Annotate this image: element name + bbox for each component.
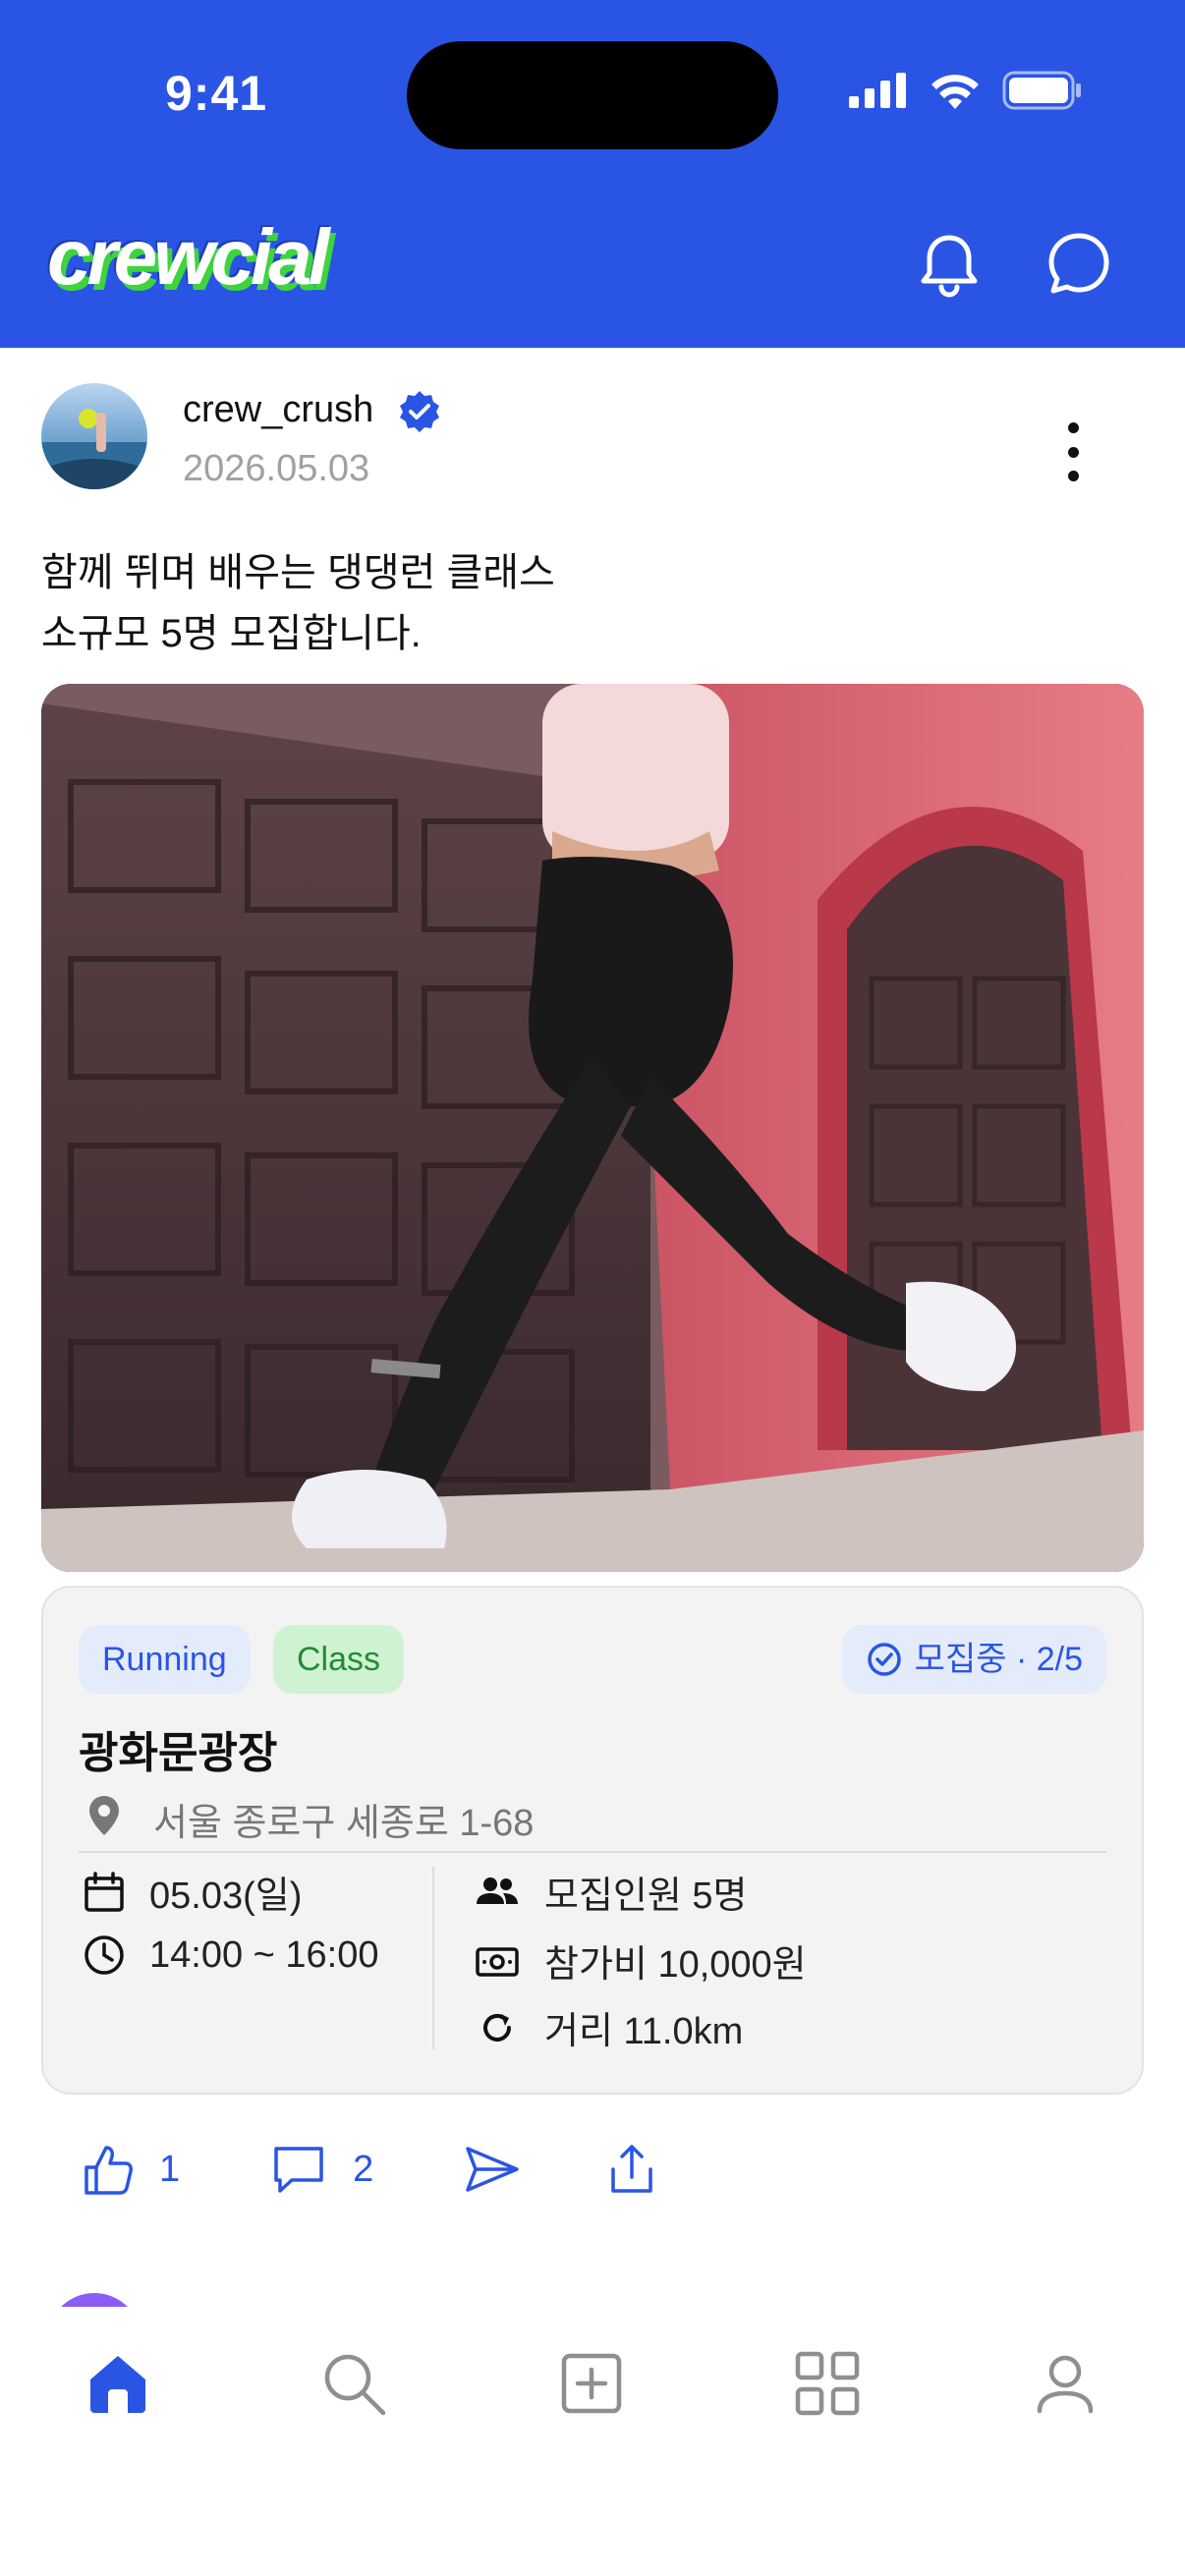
- recruit-status-badge: 모집중 · 2/5: [841, 1625, 1106, 1694]
- post-date: 2026.05.03: [183, 448, 370, 489]
- money-icon: [476, 1946, 519, 1977]
- comment-count: 2: [353, 2148, 374, 2190]
- fee: 참가비 10,000원: [544, 1944, 807, 1986]
- send-button[interactable]: [464, 2143, 521, 2196]
- profile-icon[interactable]: [1030, 2348, 1100, 2419]
- post-username[interactable]: crew_crush: [183, 389, 373, 431]
- comment-button[interactable]: 2: [270, 2143, 373, 2196]
- home-icon[interactable]: [83, 2348, 153, 2419]
- capacity: 모집인원 5명: [544, 1876, 748, 1917]
- event-info-card[interactable]: Running Class 모집중 · 2/5 광화문광장 서울 종로구 세종로…: [41, 1586, 1144, 2095]
- status-icons: [849, 71, 1083, 110]
- runner-photo-illustration: [41, 684, 1144, 1572]
- more-options-icon[interactable]: [1053, 422, 1093, 481]
- dynamic-island: [407, 41, 778, 149]
- tag-running[interactable]: Running: [79, 1625, 251, 1694]
- event-date: 05.03(일): [149, 1876, 303, 1917]
- tag-class[interactable]: Class: [273, 1625, 405, 1694]
- people-icon: [477, 1876, 518, 1904]
- add-icon[interactable]: [556, 2348, 627, 2419]
- verified-badge-icon: [400, 391, 439, 432]
- app-logo[interactable]: crewcial: [47, 212, 330, 303]
- share-button[interactable]: [605, 2142, 658, 2197]
- refresh-icon: [483, 2013, 511, 2042]
- signal-icon: [849, 73, 906, 108]
- distance-row: 거리 11.0km: [474, 2000, 743, 2054]
- distance: 거리 11.0km: [544, 2011, 744, 2052]
- send-icon: [466, 2147, 520, 2192]
- event-time: 14:00 ~ 16:00: [149, 1933, 379, 1976]
- comment-icon: [274, 2147, 323, 2193]
- grid-icon[interactable]: [792, 2348, 863, 2419]
- chat-icon[interactable]: [1044, 228, 1114, 299]
- caption-line-1: 함께 뛰며 배우는 댕댕런 클래스: [41, 551, 555, 594]
- app-header: 9:41 crewcial: [0, 0, 1185, 348]
- bell-icon[interactable]: [914, 228, 985, 299]
- card-vertical-divider: [432, 1867, 434, 2049]
- place-name: 광화문광장: [79, 1729, 278, 1777]
- post-actions: 1 2: [81, 2142, 658, 2197]
- capacity-row: 모집인원 5명: [474, 1865, 748, 1919]
- card-divider: [79, 1851, 1106, 1853]
- recruit-status-text: 모집중 · 2/5: [914, 1641, 1083, 1678]
- fee-row: 참가비 10,000원: [474, 1933, 807, 1988]
- check-circle-icon: [867, 1643, 901, 1676]
- place-address: 서울 종로구 세종로 1-68: [153, 1803, 535, 1844]
- wifi-icon: [931, 75, 979, 109]
- battery-icon: [1002, 71, 1081, 110]
- search-icon[interactable]: [318, 2348, 389, 2419]
- like-count: 1: [159, 2148, 181, 2190]
- calendar-icon: [85, 1871, 124, 1912]
- caption-line-2: 소규모 5명 모집합니다.: [41, 612, 422, 655]
- clock-icon: [85, 1935, 124, 1975]
- like-button[interactable]: 1: [81, 2142, 180, 2197]
- event-date-row: 05.03(일): [83, 1865, 302, 1919]
- event-time-row: 14:00 ~ 16:00: [83, 1933, 379, 1977]
- bottom-nav: [0, 2307, 1185, 2576]
- post-caption: 함께 뛰며 배우는 댕댕런 클래스 소규모 5명 모집합니다.: [41, 542, 555, 664]
- status-time: 9:41: [165, 66, 268, 121]
- share-icon: [611, 2145, 653, 2193]
- location-pin-icon: [89, 1796, 119, 1835]
- user-avatar[interactable]: [41, 383, 147, 489]
- avatar-image: [41, 409, 147, 489]
- thumbs-up-icon: [85, 2146, 133, 2195]
- post-photo[interactable]: [41, 684, 1144, 1572]
